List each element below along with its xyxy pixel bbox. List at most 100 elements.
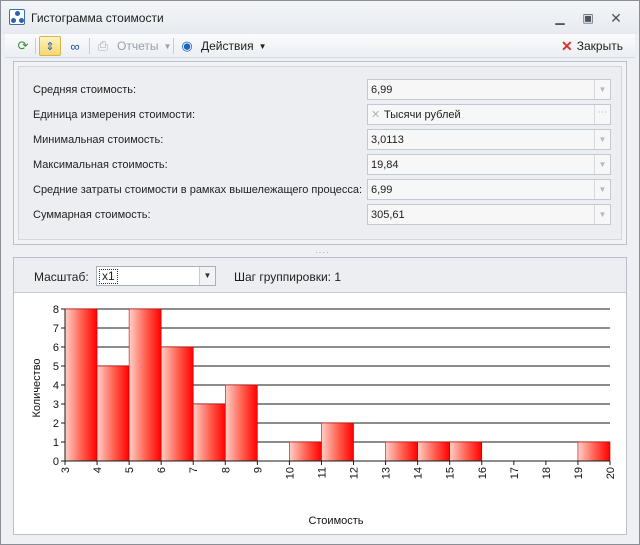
chevron-down-icon: ▼ [163, 41, 172, 51]
property-label: Средние затраты стоимости в рамках вышел… [33, 184, 363, 196]
total-cost-field[interactable]: 305,61 ▼ [367, 204, 611, 225]
histogram-bar [224, 384, 258, 462]
histogram-window: Гистограмма стоимости ▁ ▣ ✕ ⟳ ⇕ ∞ ⎙ Отче… [0, 0, 640, 545]
reports-label: Отчеты [117, 39, 159, 53]
average-cost-field[interactable]: 6,99 ▼ [367, 79, 611, 100]
histogram-bar [96, 365, 130, 462]
min-cost-field[interactable]: 3,0113 ▼ [367, 129, 611, 150]
x-tick-label: 7 [188, 467, 200, 473]
histogram-panel: Масштаб: x1 ▼ Шаг группировки: 1 0123456… [13, 257, 627, 535]
x-tick-label: 14 [413, 467, 425, 479]
histogram-bar [289, 441, 322, 462]
x-tick-label: 16 [477, 467, 489, 479]
histogram-chart: 0123456783 4 5 6 7 8 9 10 11 12 13 14 15 16 17 18 19 20 К… [31, 304, 617, 527]
x-tick-label: 12 [349, 467, 361, 479]
histogram-bar [321, 422, 354, 462]
refresh-icon: ⟳ [17, 38, 29, 53]
x-tick-label: 4 [92, 467, 104, 473]
x-tick-label: 6 [156, 467, 168, 473]
y-tick-label: 1 [53, 437, 59, 449]
property-row: Минимальная стоимость: 3,0113 ▼ [19, 129, 619, 151]
actions-menu[interactable]: ◉ Действия ▼ [177, 36, 267, 56]
reports-menu[interactable]: ⎙ Отчеты ▼ [93, 36, 172, 56]
histogram-bar [64, 308, 98, 462]
property-row: Средняя стоимость: 6,99 ▼ [19, 79, 619, 101]
expand-vertical-icon: ⇕ [45, 40, 55, 53]
refresh-button[interactable]: ⟳ [13, 36, 33, 56]
properties-grid: Средняя стоимость: 6,99 ▼ Единица измере… [18, 66, 622, 240]
expand-toggle-button[interactable]: ⇕ [39, 36, 61, 56]
y-tick-label: 4 [53, 380, 59, 392]
chevron-down-icon[interactable]: ▼ [594, 205, 610, 224]
histogram-bar [128, 308, 162, 462]
y-tick-label: 0 [53, 456, 59, 468]
toolbar-separator [89, 38, 90, 54]
link-button[interactable]: ∞ [65, 36, 85, 56]
y-axis-label: Количество [31, 358, 43, 417]
y-tick-label: 7 [53, 323, 59, 335]
parent-process-cost-field[interactable]: 6,99 ▼ [367, 179, 611, 200]
y-tick-label: 6 [53, 342, 59, 354]
property-row: Максимальная стоимость: 19,84 ▼ [19, 154, 619, 176]
window-title: Гистограмма стоимости [31, 11, 164, 25]
close-icon: ✕ [561, 37, 573, 54]
property-row: Средние затраты стоимости в рамках вышел… [19, 179, 619, 201]
group-step-label: Шаг группировки: 1 [234, 270, 342, 284]
scale-select[interactable]: x1 ▼ [96, 266, 216, 286]
x-tick-label: 8 [220, 467, 232, 473]
chevron-down-icon[interactable]: ▼ [199, 267, 215, 285]
y-tick-label: 2 [53, 418, 59, 430]
max-cost-field[interactable]: 19,84 ▼ [367, 154, 611, 175]
property-row: Суммарная стоимость: 305,61 ▼ [19, 204, 619, 226]
x-tick-label: 11 [316, 467, 328, 478]
toolbar: ⟳ ⇕ ∞ ⎙ Отчеты ▼ ◉ Действия ▼ ✕ Закрыть [5, 34, 635, 58]
x-tick-label: 9 [252, 467, 264, 473]
scale-bar: Масштаб: x1 ▼ Шаг группировки: 1 [14, 258, 626, 293]
histogram-bar [577, 441, 611, 462]
chevron-down-icon[interactable]: ▼ [594, 130, 610, 149]
scale-value: x1 [99, 269, 118, 284]
actions-label: Действия [201, 39, 254, 53]
histogram-bar [385, 441, 418, 462]
histogram-bar [417, 441, 451, 462]
x-tick-label: 13 [381, 467, 393, 479]
chevron-down-icon: ▼ [258, 41, 267, 51]
y-tick-label: 3 [53, 399, 59, 411]
properties-panel: Средняя стоимость: 6,99 ▼ Единица измере… [13, 61, 627, 245]
histogram-bar [160, 346, 194, 462]
histogram-bar [449, 441, 483, 462]
x-tick-label: 3 [60, 467, 72, 473]
cost-unit-field[interactable]: ✕ Тысячи рублей ⋯ [367, 104, 611, 125]
x-tick-label: 10 [284, 467, 296, 479]
close-window-icon[interactable]: ✕ [605, 9, 627, 27]
property-row: Единица измерения стоимости: ✕ Тысячи ру… [19, 104, 619, 126]
scale-label: Масштаб: [34, 270, 89, 284]
x-tick-label: 17 [509, 467, 521, 479]
title-bar[interactable]: Гистограмма стоимости ▁ ▣ ✕ [1, 1, 639, 34]
actions-icon: ◉ [181, 38, 193, 53]
minimize-icon[interactable]: ▁ [549, 9, 571, 27]
x-axis-label: Стоимость [308, 515, 363, 527]
panel-splitter[interactable]: ···· [315, 249, 329, 257]
close-button[interactable]: ✕ Закрыть [561, 36, 623, 56]
property-label: Минимальная стоимость: [33, 134, 164, 146]
y-tick-label: 5 [53, 361, 59, 373]
property-label: Единица измерения стоимости: [33, 109, 196, 121]
x-tick-label: 19 [573, 467, 585, 479]
toolbar-separator [35, 38, 36, 54]
close-label: Закрыть [576, 39, 623, 53]
property-label: Суммарная стоимость: [33, 209, 151, 221]
toolbar-separator [173, 38, 174, 54]
x-tick-label: 18 [541, 467, 553, 479]
group-step-value: 1 [334, 270, 342, 284]
chevron-down-icon[interactable]: ▼ [594, 180, 610, 199]
app-icon [9, 9, 25, 25]
maximize-icon[interactable]: ▣ [577, 9, 599, 27]
histogram-bar [192, 403, 226, 462]
chevron-down-icon[interactable]: ▼ [594, 155, 610, 174]
chevron-down-icon[interactable]: ▼ [594, 80, 610, 99]
link-icon: ∞ [70, 38, 80, 54]
clear-icon[interactable]: ✕ [371, 108, 380, 121]
ellipsis-icon[interactable]: ⋯ [594, 105, 610, 124]
property-label: Максимальная стоимость: [33, 159, 168, 171]
